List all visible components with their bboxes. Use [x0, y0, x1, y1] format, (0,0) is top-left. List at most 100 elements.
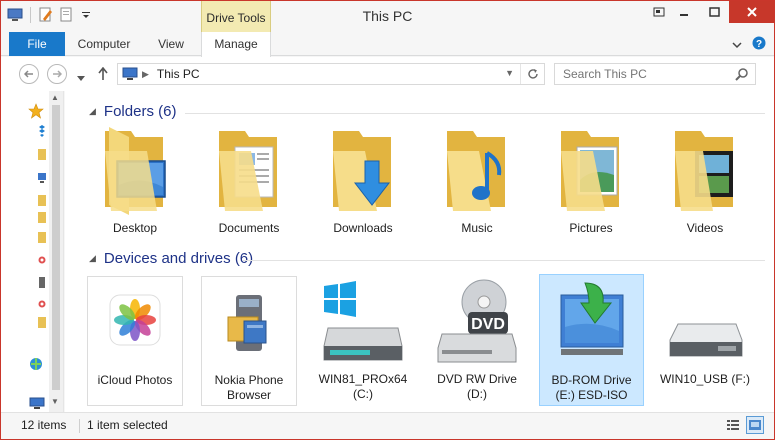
- tab-view[interactable]: View: [147, 32, 195, 56]
- folder-documents[interactable]: Documents: [199, 125, 299, 250]
- details-view-icon: [727, 420, 739, 430]
- tab-file[interactable]: File: [9, 32, 65, 56]
- folder-pictures[interactable]: Pictures: [541, 125, 641, 250]
- device-icloud-photos[interactable]: iCloud Photos: [87, 276, 183, 406]
- nav-folder-icon[interactable]: [38, 194, 46, 207]
- forward-button[interactable]: [47, 64, 67, 84]
- folder-downloads[interactable]: Downloads: [313, 125, 413, 250]
- address-bar[interactable]: ▶ This PC ▼: [117, 63, 545, 85]
- device-label: WIN10_USB (F:): [657, 372, 753, 387]
- nav-folder-icon[interactable]: [38, 211, 46, 224]
- nav-app-icon[interactable]: [38, 254, 46, 267]
- usb-drive-icon: [669, 323, 743, 357]
- nokia-phone-browser-icon: [227, 295, 267, 351]
- expand-ribbon-icon[interactable]: [732, 38, 742, 52]
- minimize-button[interactable]: [669, 1, 699, 23]
- title-bar: Drive Tools This PC: [1, 1, 774, 32]
- maximize-button[interactable]: [699, 1, 729, 23]
- desktop-folder-icon: [105, 127, 166, 215]
- help-icon[interactable]: ?: [752, 36, 766, 53]
- device-win10-usb-drive[interactable]: WIN10_USB (F:): [657, 276, 753, 406]
- music-folder-icon: [447, 131, 505, 211]
- svg-text:?: ?: [756, 39, 762, 50]
- item-count: 12 items: [21, 418, 67, 432]
- recent-locations-icon[interactable]: [77, 71, 85, 85]
- details-view-button[interactable]: [724, 416, 742, 434]
- folder-label: Videos: [686, 221, 724, 235]
- device-label-line2: (D:): [467, 387, 487, 401]
- ribbon-right-controls: ?: [732, 36, 766, 53]
- device-nokia-phone-browser[interactable]: Nokia Phone Browser: [201, 276, 297, 406]
- device-label: iCloud Photos: [88, 373, 182, 388]
- collapse-caret-icon[interactable]: ◢: [89, 106, 96, 117]
- tab-computer[interactable]: Computer: [71, 32, 137, 56]
- device-label: BD-ROM Drive (E:) ESD-ISO: [540, 373, 643, 403]
- folders-group-title: Folders (6): [103, 103, 177, 120]
- folder-label: Pictures: [569, 221, 613, 235]
- scroll-down-icon[interactable]: ▼: [51, 397, 59, 406]
- device-dvd-rw-drive[interactable]: DVD DVD RW Drive (D:): [429, 276, 525, 406]
- nav-folder-icon[interactable]: [38, 148, 46, 161]
- dvd-badge: DVD: [471, 316, 505, 333]
- group-divider: [185, 113, 765, 114]
- nav-computer-icon[interactable]: [38, 171, 46, 184]
- nav-scrollbar[interactable]: ▲ ▼: [49, 91, 63, 412]
- device-label-line2: (E:) ESD-ISO: [555, 388, 628, 402]
- window-controls: [649, 1, 774, 23]
- device-label-line2: Browser: [226, 388, 271, 402]
- explorer-window: Drive Tools This PC File Computer View M…: [0, 0, 775, 440]
- folder-music[interactable]: Music: [427, 125, 527, 250]
- nav-app-icon[interactable]: [38, 298, 46, 311]
- folder-videos[interactable]: Videos: [655, 125, 755, 250]
- videos-folder-icon: [675, 131, 733, 211]
- refresh-button[interactable]: [520, 64, 544, 84]
- close-button[interactable]: [729, 1, 774, 23]
- folder-desktop[interactable]: Desktop: [85, 125, 185, 250]
- folder-label: Downloads: [333, 221, 393, 235]
- navigation-bar: ▶ This PC ▼: [1, 57, 774, 91]
- search-input[interactable]: [555, 64, 730, 84]
- status-divider: [79, 419, 80, 433]
- large-icons-view-icon: [749, 420, 761, 430]
- icloud-photos-icon: [109, 294, 161, 346]
- collapse-caret-icon[interactable]: ◢: [89, 253, 96, 264]
- refresh-icon: [527, 69, 538, 79]
- favorites-star-icon[interactable]: [28, 103, 44, 119]
- nav-folder-icon[interactable]: [38, 316, 46, 329]
- nav-this-pc-icon[interactable]: [28, 397, 46, 409]
- device-win81-c-drive[interactable]: WIN81_PROx64 (C:): [315, 276, 411, 406]
- search-icon[interactable]: [735, 67, 749, 84]
- restore-layout-icon[interactable]: [649, 1, 669, 23]
- breadcrumb-separator-icon[interactable]: ▶: [142, 69, 149, 80]
- group-divider: [243, 260, 765, 261]
- folder-label: Music: [461, 221, 493, 235]
- back-button[interactable]: [19, 64, 39, 84]
- devices-group-header[interactable]: ◢ Devices and drives (6): [89, 250, 253, 267]
- tab-manage[interactable]: Manage: [201, 32, 271, 57]
- windows-drive-icon: [323, 281, 403, 361]
- documents-folder-icon: [219, 131, 277, 211]
- folder-label: Desktop: [112, 221, 158, 235]
- dropbox-icon[interactable]: [38, 125, 46, 138]
- forward-arrow-icon: [53, 70, 62, 78]
- breadcrumb-this-pc[interactable]: This PC: [157, 67, 200, 81]
- scroll-up-icon[interactable]: ▲: [51, 93, 59, 102]
- nav-folder-icon[interactable]: [38, 231, 46, 244]
- nav-device-icon[interactable]: [38, 276, 46, 289]
- ribbon-tabs: File Computer View Manage ?: [1, 32, 774, 57]
- device-label-line1: BD-ROM Drive: [551, 373, 632, 387]
- network-icon[interactable]: [28, 356, 44, 372]
- back-arrow-icon: [24, 70, 33, 78]
- folder-label: Documents: [218, 221, 280, 235]
- up-arrow-icon[interactable]: [97, 66, 109, 84]
- folders-group-header[interactable]: ◢ Folders (6): [89, 103, 176, 120]
- nav-scrollbar-thumb[interactable]: [52, 105, 60, 390]
- device-label-line1: Nokia Phone: [214, 373, 284, 387]
- dvd-drive-icon: DVD: [437, 279, 517, 363]
- large-icons-view-button[interactable]: [746, 416, 764, 434]
- device-bd-rom-drive[interactable]: BD-ROM Drive (E:) ESD-ISO: [539, 274, 644, 406]
- device-label-line1: WIN81_PROx64: [318, 372, 408, 386]
- address-dropdown-icon[interactable]: ▼: [505, 68, 514, 78]
- device-label: Nokia Phone Browser: [202, 373, 296, 403]
- search-box[interactable]: [554, 63, 756, 85]
